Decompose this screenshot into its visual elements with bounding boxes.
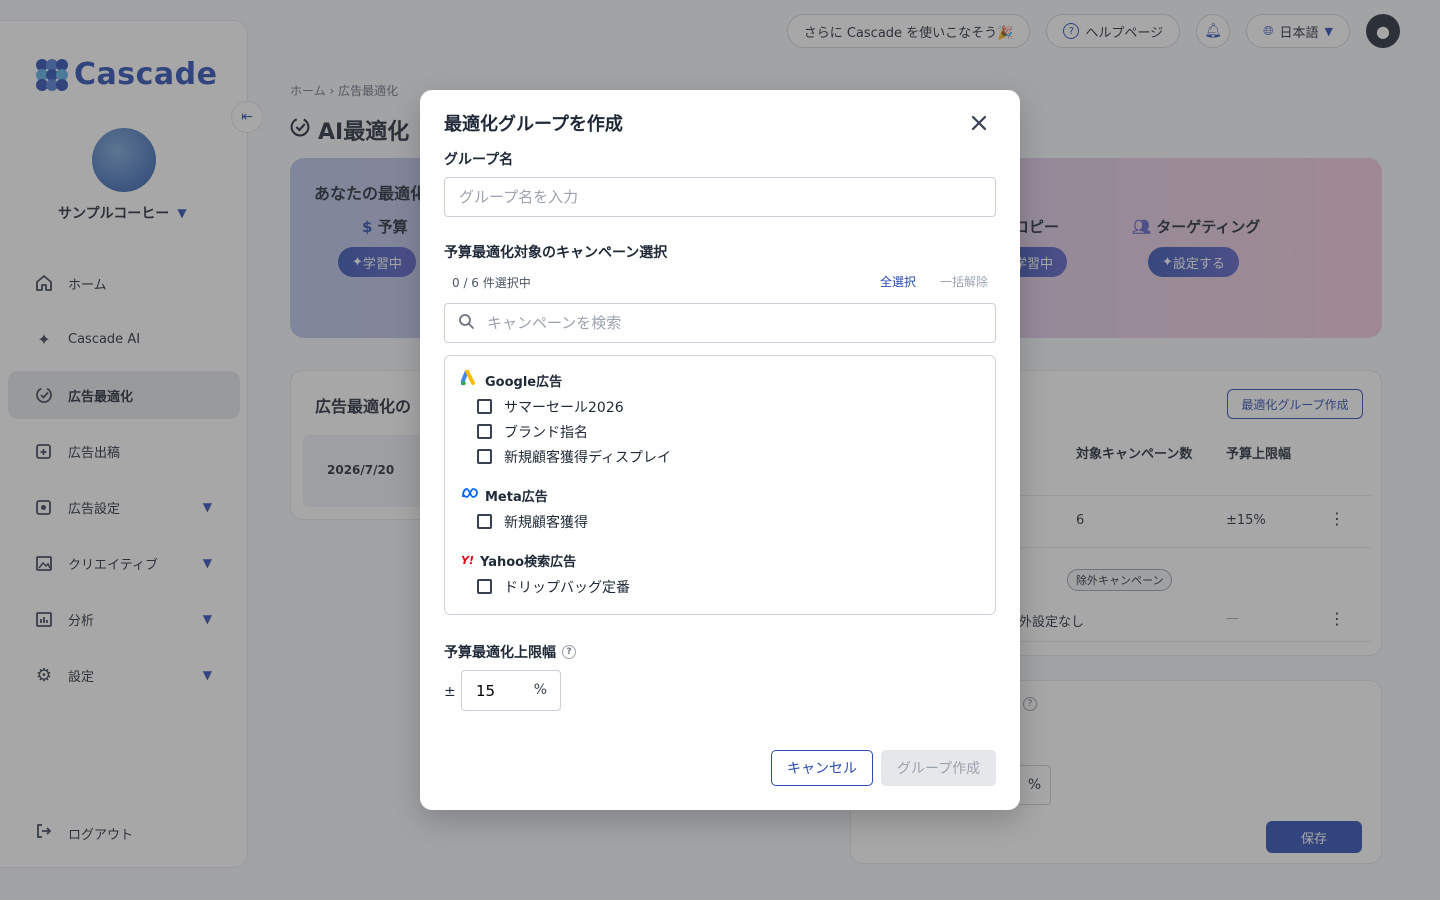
- campaign-checkbox[interactable]: [477, 424, 492, 439]
- select-all-button[interactable]: 全選択: [880, 273, 916, 290]
- campaign-search-input[interactable]: [444, 303, 996, 343]
- create-group-submit-button[interactable]: グループ作成: [881, 750, 996, 786]
- plus-minus-sign: ±: [444, 684, 456, 700]
- yahoo-icon: Y!: [461, 553, 474, 567]
- percent-unit: %: [533, 682, 547, 698]
- campaign-select-label: 予算最適化対象のキャンペーン選択: [444, 245, 668, 261]
- cancel-button[interactable]: キャンセル: [771, 750, 873, 786]
- campaign-item[interactable]: 新規顧客獲得ディスプレイ: [477, 444, 979, 469]
- campaign-search: [444, 303, 996, 343]
- campaign-name: ブランド指名: [504, 424, 588, 441]
- campaign-checkbox[interactable]: [477, 399, 492, 414]
- google-ads-icon: [460, 369, 479, 390]
- budget-limit-label-text: 予算最適化上限幅: [444, 645, 556, 661]
- budget-limit-field: %: [461, 670, 561, 711]
- platform-group-yahoo: Y! Yahoo検索広告: [461, 550, 979, 570]
- close-icon: [971, 115, 987, 131]
- platform-group-google: Google広告: [460, 369, 979, 390]
- campaign-checkbox[interactable]: [477, 579, 492, 594]
- clear-all-button[interactable]: 一括解除: [940, 273, 988, 290]
- meta-icon: [461, 487, 479, 503]
- budget-limit-label: 予算最適化上限幅 ?: [444, 642, 576, 662]
- create-group-modal: 最適化グループを作成 グループ名 予算最適化対象のキャンペーン選択 0 / 6 …: [420, 90, 1020, 810]
- platform-name: Yahoo検索広告: [479, 554, 577, 570]
- campaign-name: ドリップバッグ定番: [504, 579, 630, 596]
- platform-name: Meta広告: [485, 489, 548, 505]
- help-icon[interactable]: ?: [562, 645, 576, 659]
- campaign-item[interactable]: サマーセール2026: [477, 394, 979, 419]
- group-name-input[interactable]: [444, 177, 996, 217]
- close-button[interactable]: [966, 110, 992, 136]
- group-name-label: グループ名: [444, 152, 514, 168]
- search-icon: [458, 313, 475, 334]
- campaign-name: 新規顧客獲得: [504, 514, 588, 531]
- platform-name: Google広告: [485, 374, 563, 390]
- campaign-checkbox[interactable]: [477, 514, 492, 529]
- platform-group-meta: Meta広告: [461, 485, 979, 505]
- budget-limit-input[interactable]: [462, 671, 532, 710]
- campaign-item[interactable]: 新規顧客獲得: [477, 509, 979, 534]
- modal-title: 最適化グループを作成: [444, 114, 623, 135]
- campaign-list: Google広告 サマーセール2026 ブランド指名 新規顧客獲得ディスプレイ …: [444, 355, 996, 615]
- campaign-item[interactable]: ドリップバッグ定番: [477, 574, 979, 599]
- campaign-name: サマーセール2026: [504, 399, 624, 416]
- campaign-name: 新規顧客獲得ディスプレイ: [504, 449, 672, 466]
- selected-count: 0 / 6 件選択中: [452, 276, 531, 290]
- campaign-item[interactable]: ブランド指名: [477, 419, 979, 444]
- campaign-checkbox[interactable]: [477, 449, 492, 464]
